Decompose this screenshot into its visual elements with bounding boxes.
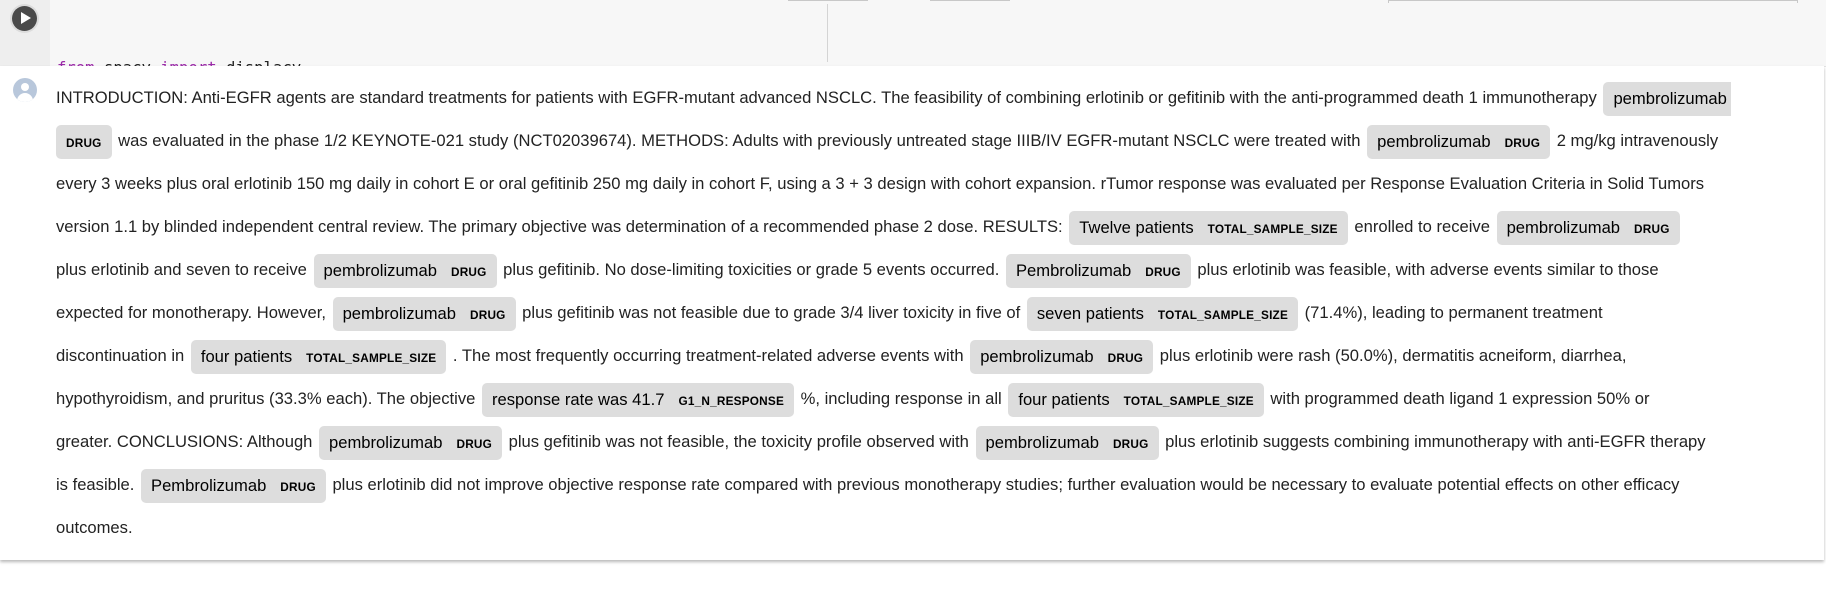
editor-ruler	[827, 4, 828, 62]
entity-span: DRUG	[56, 124, 112, 159]
entity-span: Pembrolizumab DRUG	[1005, 253, 1191, 288]
plain-text: %, including response in all	[796, 389, 1007, 408]
entity-visualization: INTRODUCTION: Anti-EGFR agents are stand…	[56, 76, 1826, 549]
text-line: plus erlotinib and seven to receive pemb…	[56, 248, 1826, 291]
plain-text: . The most frequently occurring treatmen…	[448, 346, 969, 365]
entity-label: DRUG	[450, 264, 487, 279]
plain-text: greater. CONCLUSIONS: Although	[56, 432, 318, 451]
text-line: outcomes.	[56, 506, 1826, 549]
entity-label: DRUG	[470, 307, 506, 322]
play-icon	[21, 12, 31, 24]
entity-text: response rate was 41.7	[491, 389, 665, 409]
entity-label: DRUG	[456, 436, 493, 451]
plain-text: plus erlotinib did not improve objective…	[327, 475, 1680, 494]
entity-span: four patients TOTAL_SAMPLE_SIZE	[190, 339, 447, 374]
entity-label: DRUG	[280, 479, 316, 494]
entity-text: pembrolizumab	[980, 346, 1094, 366]
entity-label: TOTAL_SAMPLE_SIZE	[1123, 393, 1254, 408]
entity-text: pembrolizumab	[1613, 88, 1727, 108]
cell-toolbar-edge	[930, 0, 1010, 1]
entity-span: pembrolizumab DRUG	[970, 339, 1154, 374]
entity-text: pembrolizumab	[329, 432, 443, 452]
entity-label: DRUG	[1145, 264, 1181, 279]
plain-text: version 1.1 by blinded independent centr…	[56, 217, 1068, 236]
plain-text: enrolled to receive	[1349, 217, 1495, 236]
cell-toolbar-tick	[1388, 0, 1389, 3]
text-line: greater. CONCLUSIONS: Although pembroliz…	[56, 420, 1826, 463]
text-line: version 1.1 by blinded independent centr…	[56, 205, 1826, 248]
entity-label: TOTAL_SAMPLE_SIZE	[1157, 307, 1289, 322]
plain-text: plus gefitinib. No dose-limiting toxicit…	[498, 260, 1004, 279]
entity-span: response rate was 41.7 G1_N_RESPONSE	[481, 382, 795, 417]
output-cell: INTRODUCTION: Anti-EGFR agents are stand…	[0, 66, 1824, 560]
entity-span: Twelve patients TOTAL_SAMPLE_SIZE	[1069, 210, 1348, 245]
plain-text: discontinuation in	[56, 346, 189, 365]
user-avatar-icon	[13, 78, 37, 102]
entity-span: pembrolizumab DRUG	[319, 425, 503, 460]
entity-text: Twelve patients	[1079, 217, 1194, 237]
plain-text: (71.4%), leading to permanent treatment	[1300, 303, 1603, 322]
entity-text: pembrolizumab	[1506, 217, 1621, 237]
entity-text: pembrolizumab	[985, 432, 1099, 452]
plain-text: every 3 weeks plus oral erlotinib 150 mg…	[56, 174, 1705, 193]
plain-text: 2 mg/kg intravenously	[1552, 131, 1719, 150]
plain-text: hypothyroidism, and pruritus (33.3% each…	[56, 389, 480, 408]
notebook: from spacy import displacy displacy.rend…	[0, 0, 1826, 603]
entity-text: pembrolizumab	[1377, 131, 1491, 151]
plain-text: with programmed death ligand 1 expressio…	[1265, 389, 1650, 408]
plain-text: plus gefitinib was not feasible, the tox…	[504, 432, 974, 451]
entity-span: pembrolizumab DRUG	[313, 253, 497, 288]
entity-label: G1_N_RESPONSE	[678, 393, 785, 408]
cell-toolbar-edge	[788, 0, 868, 1]
entity-label: DRUG	[66, 135, 102, 150]
plain-text: plus gefitinib was not feasible due to g…	[517, 303, 1025, 322]
entity-span: pembrolizumab DRUG	[1496, 210, 1680, 245]
entity-span: four patients TOTAL_SAMPLE_SIZE	[1008, 382, 1264, 417]
text-line: every 3 weeks plus oral erlotinib 150 mg…	[56, 162, 1826, 205]
text-line: DRUG was evaluated in the phase 1/2 KEYN…	[56, 119, 1826, 162]
plain-text: expected for monotherapy. However,	[56, 303, 331, 322]
plain-text: plus erlotinib suggests combining immuno…	[1160, 432, 1706, 451]
run-cell-button[interactable]	[12, 6, 37, 31]
entity-label: DRUG	[1504, 135, 1541, 150]
entity-span: seven patients TOTAL_SAMPLE_SIZE	[1026, 296, 1299, 331]
entity-label: DRUG	[1634, 221, 1670, 236]
entity-span: pembrolizumab DRUG	[975, 425, 1159, 460]
cell-toolbar-edge	[1388, 0, 1798, 1]
entity-text: four patients	[1018, 389, 1110, 409]
text-line: discontinuation in four patients TOTAL_SA…	[56, 334, 1826, 377]
entity-label: DRUG	[1112, 436, 1149, 451]
text-line: hypothyroidism, and pruritus (33.3% each…	[56, 377, 1826, 420]
text-line: expected for monotherapy. However, pembr…	[56, 291, 1826, 334]
text-line: INTRODUCTION: Anti-EGFR agents are stand…	[56, 76, 1826, 119]
entity-text: pembrolizumab	[323, 260, 437, 280]
entity-label: TOTAL_SAMPLE_SIZE	[306, 350, 437, 365]
plain-text: was evaluated in the phase 1/2 KEYNOTE-0…	[113, 131, 1366, 150]
plain-text: outcomes.	[56, 518, 133, 537]
plain-text: plus erlotinib and seven to receive	[56, 260, 312, 279]
entity-text: seven patients	[1036, 303, 1144, 323]
entity-text: Pembrolizumab	[151, 475, 267, 495]
plain-text: INTRODUCTION: Anti-EGFR agents are stand…	[56, 88, 1602, 107]
entity-span: Pembrolizumab DRUG	[141, 468, 326, 503]
entity-text: four patients	[200, 346, 293, 366]
text-line: is feasible. Pembrolizumab DRUG plus erlo…	[56, 463, 1826, 506]
entity-label: DRUG	[1107, 350, 1144, 365]
cell-toolbar-tick	[1797, 0, 1798, 3]
entity-span: pembrolizumab	[1603, 81, 1731, 116]
plain-text: plus erlotinib was feasible, with advers…	[1192, 260, 1659, 279]
entity-label: TOTAL_SAMPLE_SIZE	[1207, 221, 1338, 236]
entity-text: pembrolizumab	[342, 303, 457, 323]
entity-span: pembrolizumab DRUG	[332, 296, 516, 331]
plain-text: plus erlotinib were rash (50.0%), dermat…	[1155, 346, 1627, 365]
plain-text: is feasible.	[56, 475, 140, 494]
entity-text: Pembrolizumab	[1015, 260, 1132, 280]
code-cell[interactable]: from spacy import displacy displacy.rend…	[0, 0, 1826, 149]
entity-span: pembrolizumab DRUG	[1367, 124, 1551, 159]
